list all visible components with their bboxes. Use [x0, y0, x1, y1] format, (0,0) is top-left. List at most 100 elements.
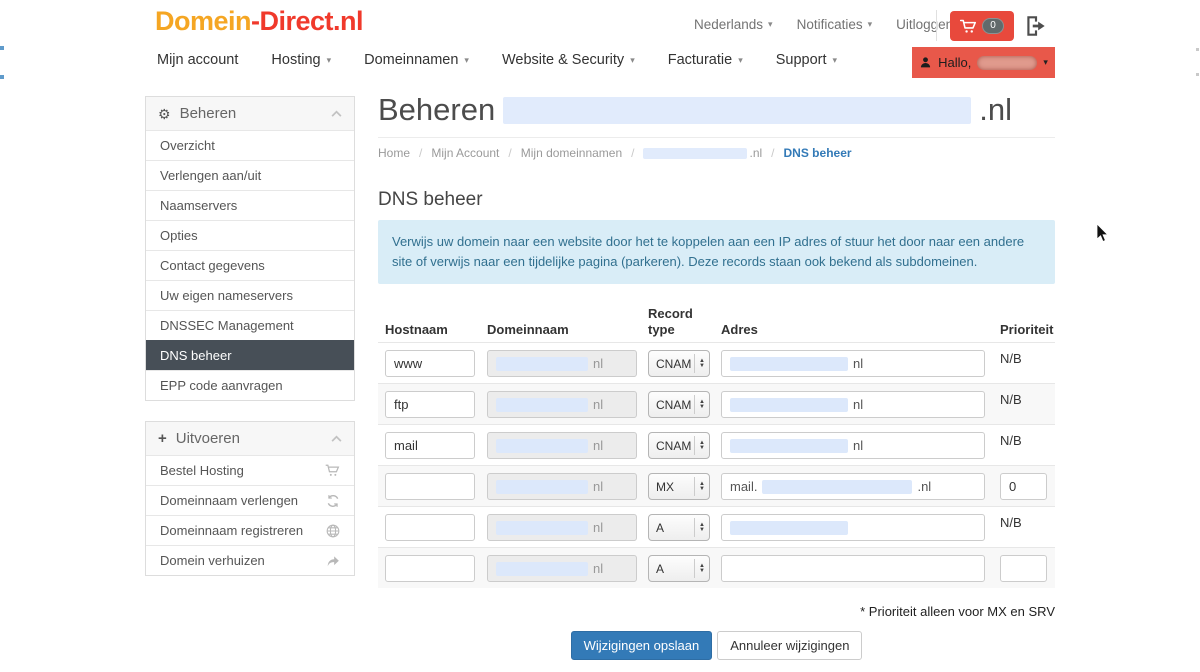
- logout-link[interactable]: Uitloggen: [896, 17, 953, 32]
- col-header-prioriteit: Prioriteit: [1000, 322, 1047, 337]
- prioriteit-value: N/B: [1000, 515, 1022, 530]
- adres-input[interactable]: [721, 514, 985, 541]
- chevron-up-icon: [331, 110, 342, 117]
- sidebar-item-epp-code[interactable]: EPP code aanvragen: [146, 370, 354, 400]
- prioriteit-value: N/B: [1000, 433, 1022, 448]
- save-button[interactable]: Wijzigingen opslaan: [571, 631, 713, 660]
- breadcrumb-mijn-domeinnamen[interactable]: Mijn domeinnamen: [521, 146, 622, 160]
- nav-label: Support: [776, 52, 827, 68]
- edge-artifact: [0, 75, 4, 79]
- mouse-cursor: [1096, 224, 1110, 244]
- hostnaam-input[interactable]: [385, 391, 475, 418]
- sidebar-item-domeinnaam-verlengen[interactable]: Domeinnaam verlengen: [146, 485, 354, 515]
- sidebar-item-dnssec[interactable]: DNSSEC Management: [146, 310, 354, 340]
- dns-records-table: Hostnaam Domeinnaam Record type Adres Pr…: [378, 300, 1055, 588]
- gear-icon: ⚙: [158, 107, 171, 121]
- table-row: nl MX▲▼ mail..nl: [378, 465, 1055, 506]
- logout-icon[interactable]: [1023, 13, 1049, 39]
- nav-website-security[interactable]: Website & Security ▾: [502, 52, 635, 68]
- edge-artifact: [0, 46, 4, 50]
- col-header-domeinnaam: Domeinnaam: [487, 322, 637, 337]
- sidebar-beheren-panel: ⚙ Beheren Overzicht Verlengen aan/uit Na…: [145, 96, 355, 401]
- language-selector[interactable]: Nederlands ▾: [694, 17, 773, 32]
- breadcrumb-home[interactable]: Home: [378, 146, 410, 160]
- adres-input[interactable]: nl: [721, 350, 985, 377]
- language-label: Nederlands: [694, 17, 763, 32]
- user-menu-button[interactable]: Hallo, ▾: [912, 47, 1055, 78]
- nav-facturatie[interactable]: Facturatie ▾: [668, 52, 743, 68]
- breadcrumb-mijn-account[interactable]: Mijn Account: [431, 146, 499, 160]
- sidebar-item-domein-verhuizen[interactable]: Domein verhuizen: [146, 545, 354, 575]
- select-stepper-icon: ▲▼: [694, 395, 705, 414]
- nav-label: Facturatie: [668, 52, 732, 68]
- notifications-menu[interactable]: Notificaties ▾: [797, 17, 873, 32]
- cancel-button[interactable]: Annuleer wijzigingen: [717, 631, 862, 660]
- breadcrumb: Home / Mijn Account / Mijn domeinnamen /…: [378, 146, 1055, 160]
- sidebar-item-eigen-nameservers[interactable]: Uw eigen nameservers: [146, 280, 354, 310]
- adres-input[interactable]: mail..nl: [721, 473, 985, 500]
- sidebar-item-bestel-hosting[interactable]: Bestel Hosting: [146, 455, 354, 485]
- hostnaam-input[interactable]: [385, 350, 475, 377]
- topbar-links: Nederlands ▾ Notificaties ▾ Uitloggen: [694, 17, 953, 32]
- prioriteit-input[interactable]: [1000, 473, 1047, 500]
- sidebar-item-verlengen[interactable]: Verlengen aan/uit: [146, 160, 354, 190]
- sidebar-item-overzicht[interactable]: Overzicht: [146, 130, 354, 160]
- domeinnaam-field: nl: [487, 432, 637, 459]
- record-type-select[interactable]: MX▲▼: [648, 473, 710, 500]
- sidebar-uitvoeren-title: Uitvoeren: [176, 430, 322, 447]
- sidebar-item-contact-gegevens[interactable]: Contact gegevens: [146, 250, 354, 280]
- sidebar-item-dns-beheer[interactable]: DNS beheer: [146, 340, 354, 370]
- hostnaam-input[interactable]: [385, 514, 475, 541]
- nav-mijn-account[interactable]: Mijn account: [157, 52, 238, 68]
- record-type-select[interactable]: A▲▼: [648, 555, 710, 582]
- brand-logo-part1: Domein: [155, 6, 251, 36]
- adres-input[interactable]: [721, 555, 985, 582]
- nav-label: Website & Security: [502, 52, 624, 68]
- form-actions: Wijzigingen opslaan Annuleer wijzigingen: [378, 631, 1055, 660]
- nav-label: Domeinnamen: [364, 52, 458, 68]
- col-header-record-type: Record type: [648, 306, 696, 337]
- caret-down-icon: ▾: [327, 56, 332, 65]
- nav-support[interactable]: Support ▾: [776, 52, 837, 68]
- table-header-row: Hostnaam Domeinnaam Record type Adres Pr…: [378, 300, 1055, 342]
- adres-input[interactable]: nl: [721, 432, 985, 459]
- caret-down-icon: ▾: [833, 56, 838, 65]
- cart-count-badge: 0: [982, 18, 1004, 34]
- sidebar-item-naamservers[interactable]: Naamservers: [146, 190, 354, 220]
- brand-logo[interactable]: Domein-Direct.nl: [155, 6, 363, 37]
- sidebar-beheren-title: Beheren: [180, 105, 322, 122]
- adres-redacted: [730, 357, 848, 371]
- chevron-up-icon: [331, 435, 342, 442]
- table-row: nl CNAM▲▼ nl N/B: [378, 342, 1055, 383]
- caret-down-icon: ▾: [630, 56, 635, 65]
- caret-down-icon: ▾: [868, 20, 873, 29]
- breadcrumb-domain[interactable]: .nl: [643, 146, 762, 160]
- domain-redacted: [496, 480, 588, 494]
- domeinnaam-field: nl: [487, 391, 637, 418]
- sidebar-item-opties[interactable]: Opties: [146, 220, 354, 250]
- sidebar-uitvoeren-header[interactable]: + Uitvoeren: [146, 422, 354, 455]
- nav-hosting[interactable]: Hosting ▾: [271, 52, 331, 68]
- record-type-select[interactable]: CNAM▲▼: [648, 432, 710, 459]
- adres-input[interactable]: nl: [721, 391, 985, 418]
- caret-down-icon: ▾: [738, 56, 743, 65]
- record-type-select[interactable]: CNAM▲▼: [648, 391, 710, 418]
- col-header-adres: Adres: [721, 322, 985, 337]
- page-title: Beheren .nl: [378, 92, 1055, 138]
- table-row: nl CNAM▲▼ nl N/B: [378, 424, 1055, 465]
- hostnaam-input[interactable]: [385, 555, 475, 582]
- transfer-arrow-icon: [326, 555, 340, 567]
- section-title: DNS beheer: [378, 189, 1055, 211]
- cart-button[interactable]: 0: [950, 11, 1014, 41]
- sidebar-beheren-header[interactable]: ⚙ Beheren: [146, 97, 354, 130]
- main-nav: Mijn account Hosting ▾ Domeinnamen ▾ Web…: [157, 52, 837, 68]
- domain-redacted: [496, 562, 588, 576]
- prioriteit-input[interactable]: [1000, 555, 1047, 582]
- hostnaam-input[interactable]: [385, 473, 475, 500]
- record-type-select[interactable]: CNAM▲▼: [648, 350, 710, 377]
- sidebar-item-domeinnaam-registreren[interactable]: Domeinnaam registreren: [146, 515, 354, 545]
- nav-domeinnamen[interactable]: Domeinnamen ▾: [364, 52, 469, 68]
- record-type-select[interactable]: A▲▼: [648, 514, 710, 541]
- hostnaam-input[interactable]: [385, 432, 475, 459]
- domain-redacted: [496, 521, 588, 535]
